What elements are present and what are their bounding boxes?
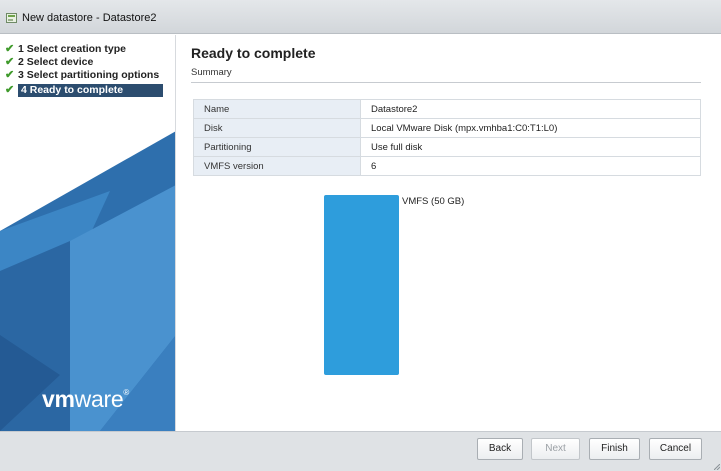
check-icon: ✔ (5, 56, 15, 68)
step-select-partitioning-options[interactable]: ✔ 3 Select partitioning options (4, 69, 172, 82)
wizard-content: Ready to complete Summary Name Datastore… (177, 35, 721, 431)
summary-value: Use full disk (360, 137, 701, 157)
wizard-window-icon (6, 13, 17, 23)
table-row: VMFS version 6 (193, 156, 701, 176)
check-icon: ✔ (5, 84, 15, 96)
summary-value: Datastore2 (360, 99, 701, 119)
step-label: 3 Select partitioning options (18, 69, 160, 81)
summary-table: Name Datastore2 Disk Local VMware Disk (… (193, 99, 701, 176)
summary-key: Name (193, 99, 361, 119)
cancel-button[interactable]: Cancel (649, 438, 702, 460)
next-button[interactable]: Next (531, 438, 580, 460)
summary-key: VMFS version (193, 156, 361, 176)
step-label: 1 Select creation type (18, 43, 126, 55)
logo-text: ware (74, 386, 124, 412)
finish-button[interactable]: Finish (589, 438, 640, 460)
summary-value: Local VMware Disk (mpx.vmhba1:C0:T1:L0) (360, 118, 701, 138)
wizard-sidebar: ✔ 1 Select creation type ✔ 2 Select devi… (0, 35, 176, 431)
partition-bar (324, 195, 399, 375)
step-label: 2 Select device (18, 56, 94, 68)
summary-key: Disk (193, 118, 361, 138)
summary-value: 6 (360, 156, 701, 176)
back-button[interactable]: Back (477, 438, 523, 460)
vmware-logo: vmware® (42, 386, 129, 413)
logo-bold-text: vm (42, 386, 75, 412)
page-title: Ready to complete (191, 45, 316, 61)
wizard-footer: Back Next Finish Cancel (0, 431, 721, 471)
logo-registered-mark: ® (123, 388, 129, 397)
partition-label: VMFS (50 GB) (402, 196, 465, 207)
check-icon: ✔ (5, 43, 15, 55)
summary-key: Partitioning (193, 137, 361, 157)
step-select-device[interactable]: ✔ 2 Select device (4, 56, 172, 69)
wizard-steps: ✔ 1 Select creation type ✔ 2 Select devi… (4, 43, 172, 97)
step-select-creation-type[interactable]: ✔ 1 Select creation type (4, 43, 172, 56)
step-label: 4 Ready to complete (18, 84, 163, 97)
check-icon: ✔ (5, 69, 15, 81)
title-bar: New datastore - Datastore2 (0, 0, 721, 34)
window-title: New datastore - Datastore2 (22, 12, 157, 24)
resize-grip-icon[interactable] (714, 464, 720, 470)
table-row: Partitioning Use full disk (193, 137, 701, 157)
divider (191, 82, 701, 83)
table-row: Name Datastore2 (193, 99, 701, 119)
table-row: Disk Local VMware Disk (mpx.vmhba1:C0:T1… (193, 118, 701, 138)
page-subtitle: Summary (191, 67, 232, 78)
step-ready-to-complete[interactable]: ✔ 4 Ready to complete (4, 84, 172, 97)
